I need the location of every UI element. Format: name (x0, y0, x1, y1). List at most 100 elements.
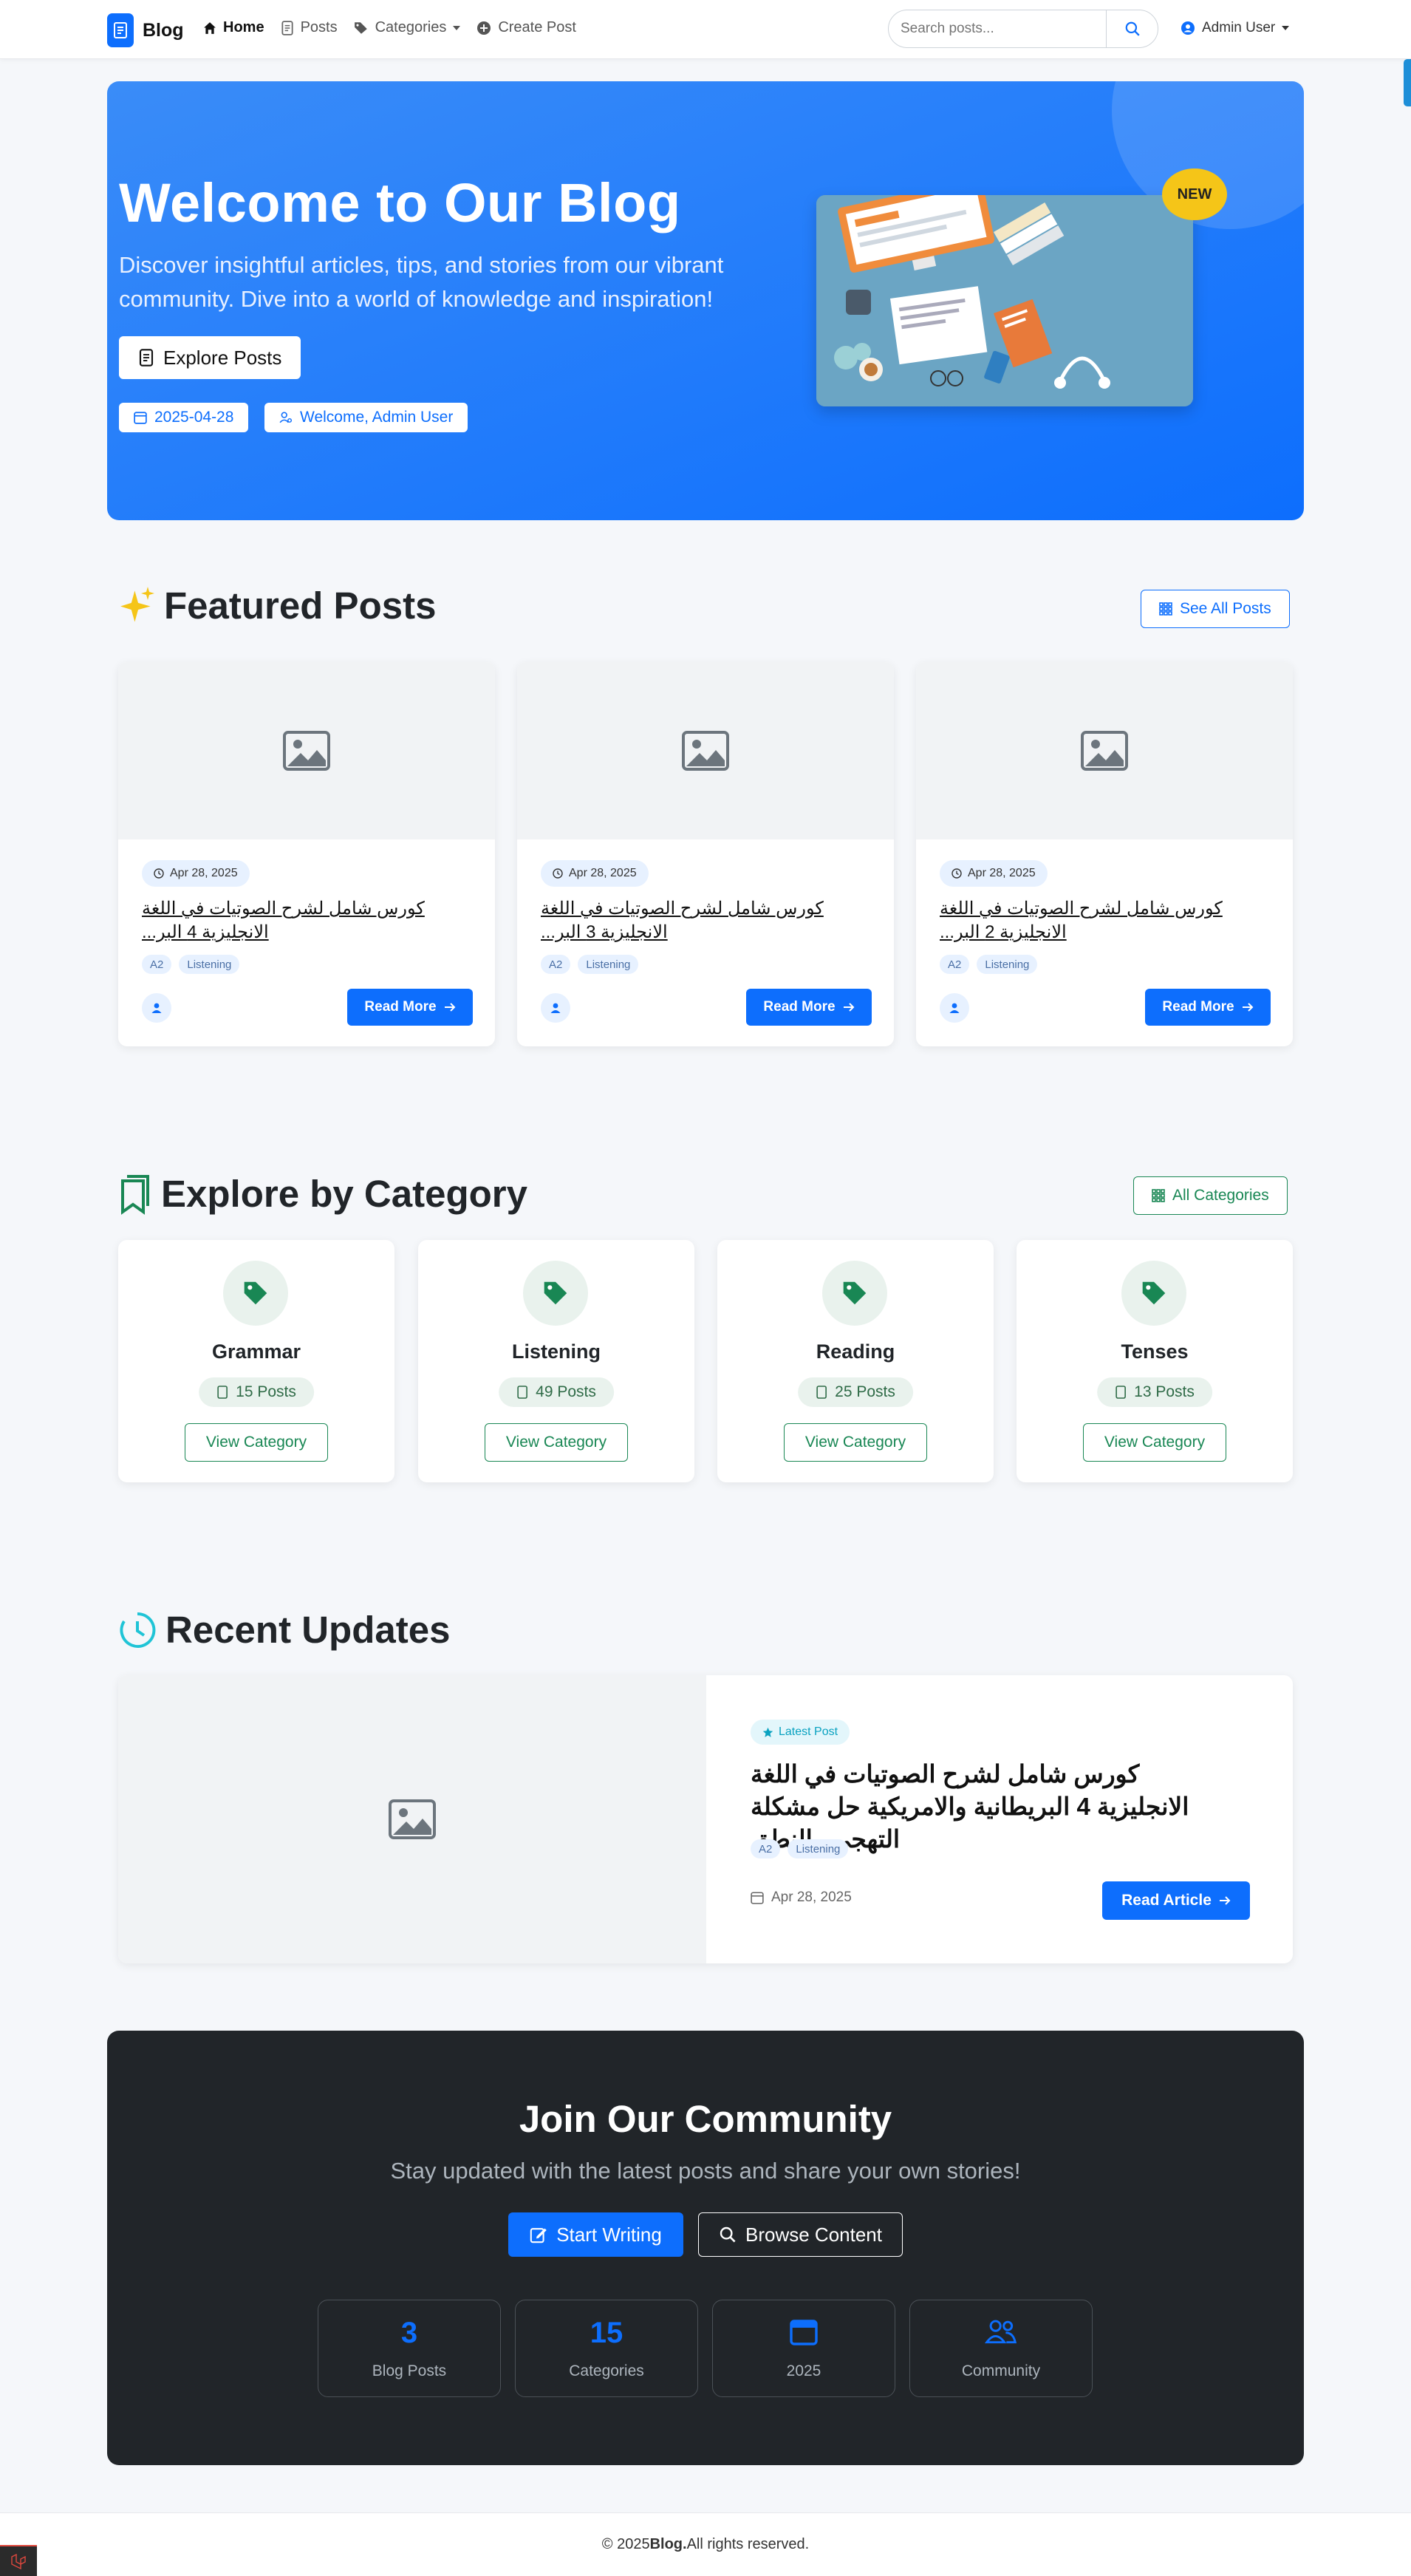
clock-icon (553, 868, 563, 879)
featured-heading-text: Featured Posts (164, 585, 437, 627)
hero-date-badge: 2025-04-28 (119, 403, 249, 432)
stat-value: 15 (590, 2317, 623, 2349)
post-image-placeholder (118, 1675, 706, 1963)
post-tags: A2 Listening (142, 955, 240, 974)
see-all-posts-label: See All Posts (1180, 600, 1271, 617)
post-date-chip: Apr 28, 2025 (940, 860, 1048, 887)
image-icon (283, 731, 330, 771)
tag-category[interactable]: Listening (179, 955, 240, 974)
post-title-link[interactable]: كورس شامل لشرح الصوتيات في اللغة الانجلي… (142, 897, 471, 944)
read-article-button[interactable]: Read Article (1102, 1881, 1250, 1920)
read-more-button[interactable]: Read More (746, 989, 872, 1026)
recent-heading: Recent Updates (118, 1608, 450, 1652)
arrow-right-icon (1242, 1003, 1253, 1012)
start-writing-button[interactable]: Start Writing (508, 2212, 683, 2257)
stat-icon-wrap (910, 2317, 1092, 2354)
tag-level[interactable]: A2 (940, 955, 970, 974)
stat-card: 15 Categories (515, 2300, 698, 2397)
categories-heading: Explore by Category (118, 1172, 527, 1216)
nav-categories-dropdown[interactable]: Categories (354, 19, 461, 36)
debugbar-toggle[interactable] (0, 2545, 37, 2576)
image-icon (389, 1799, 436, 1839)
category-name: Tenses (1121, 1340, 1189, 1363)
image-icon (682, 731, 729, 771)
post-date-chip: Apr 28, 2025 (541, 860, 649, 887)
browse-content-button[interactable]: Browse Content (698, 2212, 903, 2257)
all-categories-button[interactable]: All Categories (1133, 1176, 1288, 1215)
arrow-right-icon (444, 1003, 455, 1012)
footer-brand: Blog. (649, 2536, 687, 2552)
nav-posts[interactable]: Posts (281, 19, 338, 36)
tag-level[interactable]: A2 (541, 955, 571, 974)
brand-name: Blog (143, 19, 184, 41)
user-dropdown[interactable]: Admin User (1181, 20, 1290, 36)
read-article-label: Read Article (1121, 1892, 1212, 1909)
user-name: Admin User (1202, 20, 1276, 35)
side-scroll-tab[interactable] (1404, 59, 1411, 106)
post-image-placeholder (916, 662, 1293, 839)
latest-post-badge: Latest Post (751, 1720, 850, 1745)
tag-level[interactable]: A2 (751, 1839, 781, 1858)
nav-posts-label: Posts (300, 19, 338, 35)
post-date: Apr 28, 2025 (569, 867, 637, 879)
post-date: Apr 28, 2025 (170, 867, 238, 879)
post-image-placeholder (517, 662, 894, 839)
category-count-text: 49 Posts (536, 1383, 596, 1400)
stat-label: Categories (569, 2362, 644, 2379)
categories-heading-text: Explore by Category (161, 1173, 527, 1215)
search-button[interactable] (1106, 10, 1158, 47)
star-icon (762, 1727, 773, 1737)
view-category-button[interactable]: View Category (784, 1423, 927, 1462)
tag-category[interactable]: Listening (578, 955, 639, 974)
search-input[interactable] (889, 10, 1106, 47)
search-icon (1125, 21, 1140, 36)
post-tags: A2 Listening (541, 955, 639, 974)
category-count: 49 Posts (499, 1377, 614, 1407)
author-avatar (541, 993, 570, 1023)
category-count: 13 Posts (1097, 1377, 1212, 1407)
read-more-button[interactable]: Read More (347, 989, 473, 1026)
stat-card: 2025 (712, 2300, 895, 2397)
stat-icon-wrap (713, 2317, 895, 2354)
footer-copyright: © 2025 (601, 2536, 650, 2552)
navbar: Blog Home Posts Categories Create Post S… (0, 0, 1411, 59)
person-icon (151, 1003, 162, 1013)
sparkles-icon (120, 586, 154, 622)
browse-content-label: Browse Content (745, 2223, 882, 2246)
laravel-logo-icon (11, 2553, 26, 2569)
category-card: Listening 49 Posts View Category (418, 1240, 694, 1482)
person-icon (949, 1003, 960, 1013)
brand-link[interactable]: Blog (107, 13, 184, 47)
category-count-text: 13 Posts (1134, 1383, 1195, 1400)
tag-category[interactable]: Listening (977, 955, 1038, 974)
tag-category[interactable]: Listening (788, 1839, 849, 1858)
recent-heading-text: Recent Updates (165, 1609, 451, 1651)
image-icon (1081, 731, 1128, 771)
tag-level[interactable]: A2 (142, 955, 172, 974)
hero-welcome-badge: Welcome, Admin User (264, 403, 468, 432)
view-category-button[interactable]: View Category (1083, 1423, 1226, 1462)
caret-down-icon (1282, 26, 1290, 30)
explore-posts-button[interactable]: Explore Posts (119, 336, 301, 379)
clock-icon (952, 868, 962, 879)
post-title-link[interactable]: كورس شامل لشرح الصوتيات في اللغة الانجلي… (940, 897, 1269, 944)
stat-label: 2025 (786, 2362, 821, 2379)
stat-card: Community (909, 2300, 1093, 2397)
calendar-icon (134, 412, 147, 424)
journal-icon (107, 13, 134, 47)
author-avatar (142, 993, 171, 1023)
page: Blog Home Posts Categories Create Post S… (0, 0, 1411, 2576)
category-card: Grammar 15 Posts View Category (118, 1240, 394, 1482)
read-more-button[interactable]: Read More (1145, 989, 1271, 1026)
category-count-text: 15 Posts (236, 1383, 296, 1400)
nav-home[interactable]: Home (203, 19, 264, 36)
post-title-link[interactable]: كورس شامل لشرح الصوتيات في اللغة الانجلي… (541, 897, 870, 944)
nav-home-label: Home (223, 19, 264, 35)
nav-create-post[interactable]: Create Post (476, 19, 576, 36)
grid-icon (1159, 602, 1172, 616)
latest-post-date: Apr 28, 2025 (751, 1890, 852, 1906)
view-category-button[interactable]: View Category (485, 1423, 628, 1462)
community-section: Join Our Community Stay updated with the… (107, 2031, 1304, 2465)
see-all-posts-button[interactable]: See All Posts (1141, 590, 1290, 628)
view-category-button[interactable]: View Category (185, 1423, 328, 1462)
